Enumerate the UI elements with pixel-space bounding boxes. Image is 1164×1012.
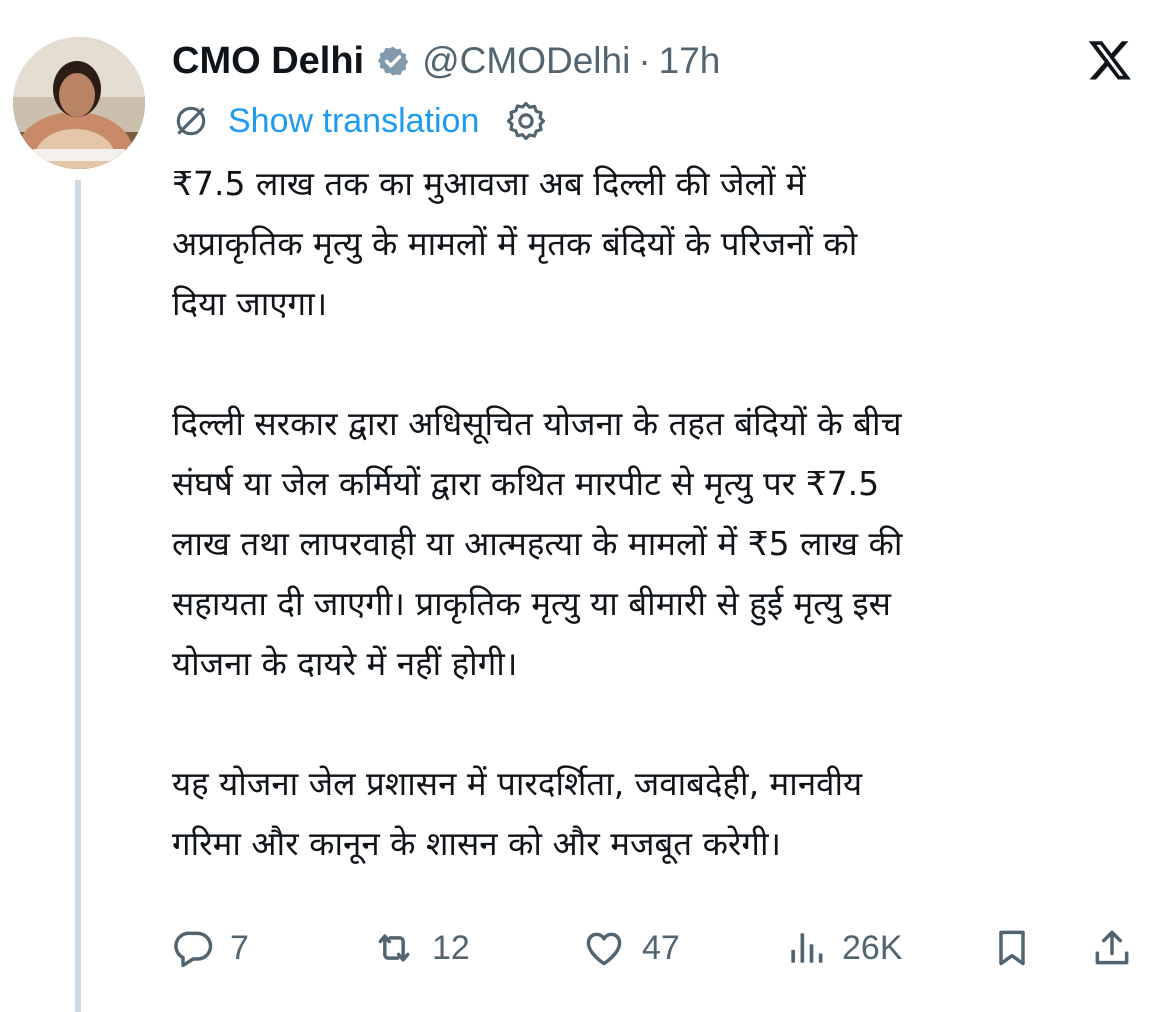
gear-icon[interactable] bbox=[505, 100, 547, 142]
author-handle[interactable]: @CMODelhi bbox=[422, 40, 630, 82]
reply-button[interactable]: 7 bbox=[172, 920, 249, 976]
views-count: 26K bbox=[842, 928, 903, 967]
tweet-timestamp[interactable]: 17h bbox=[659, 40, 721, 82]
like-count: 47 bbox=[642, 928, 680, 967]
like-button[interactable]: 47 bbox=[580, 920, 680, 976]
share-icon bbox=[1095, 930, 1129, 965]
repost-button[interactable]: 12 bbox=[370, 920, 470, 976]
translate-icon bbox=[176, 106, 206, 136]
reply-count: 7 bbox=[230, 928, 249, 967]
tweet-header: CMO Delhi @CMODelhi · 17h bbox=[172, 36, 720, 86]
share-button[interactable] bbox=[1090, 920, 1134, 976]
tweet-actions: 7 12 47 26K bbox=[172, 920, 1137, 976]
tweet-line: संघर्ष या जेल कर्मियों द्वारा कथित मारपी… bbox=[172, 464, 880, 503]
like-icon bbox=[586, 932, 622, 966]
views-button[interactable]: 26K bbox=[784, 920, 903, 976]
tweet-line: दिया जाएगा। bbox=[172, 284, 328, 323]
separator-dot: · bbox=[638, 40, 651, 81]
author-name[interactable]: CMO Delhi bbox=[172, 40, 364, 83]
tweet-line: सहायता दी जाएगी। प्राकृतिक मृत्यु या बीम… bbox=[172, 584, 891, 623]
paragraph-break bbox=[172, 694, 1147, 754]
x-logo-icon[interactable] bbox=[1086, 37, 1134, 83]
tweet-line: लाख तथा लापरवाही या आत्महत्या के मामलों … bbox=[172, 524, 903, 563]
avatar-photo bbox=[13, 37, 145, 169]
author-avatar[interactable] bbox=[13, 37, 145, 169]
translation-row: Show translation bbox=[172, 98, 547, 144]
repost-count: 12 bbox=[432, 928, 470, 967]
views-icon bbox=[791, 933, 823, 963]
bookmark-icon bbox=[999, 930, 1025, 966]
repost-icon bbox=[378, 934, 410, 962]
tweet-line: दिल्ली सरकार द्वारा अधिसूचित योजना के तह… bbox=[172, 404, 902, 443]
reply-icon bbox=[174, 931, 213, 968]
tweet-body: ₹7.5 लाख तक का मुआवजा अब दिल्ली की जेलों… bbox=[172, 154, 1147, 874]
bookmark-button[interactable] bbox=[990, 920, 1034, 976]
tweet-line: यह योजना जेल प्रशासन में पारदर्शिता, जवा… bbox=[172, 764, 863, 803]
paragraph-break bbox=[172, 334, 1147, 394]
verified-badge-icon bbox=[377, 46, 409, 76]
tweet-line: गरिमा और कानून के शासन को और मजबूत करेगी… bbox=[172, 824, 782, 863]
tweet-line: ₹7.5 लाख तक का मुआवजा अब दिल्ली की जेलों… bbox=[172, 164, 806, 203]
tweet-line: योजना के दायरे में नहीं होगी। bbox=[172, 644, 518, 683]
thread-line bbox=[75, 180, 81, 1012]
tweet-line: अप्राकृतिक मृत्यु के मामलों में मृतक बंद… bbox=[172, 224, 858, 263]
show-translation-link[interactable]: Show translation bbox=[228, 102, 479, 141]
